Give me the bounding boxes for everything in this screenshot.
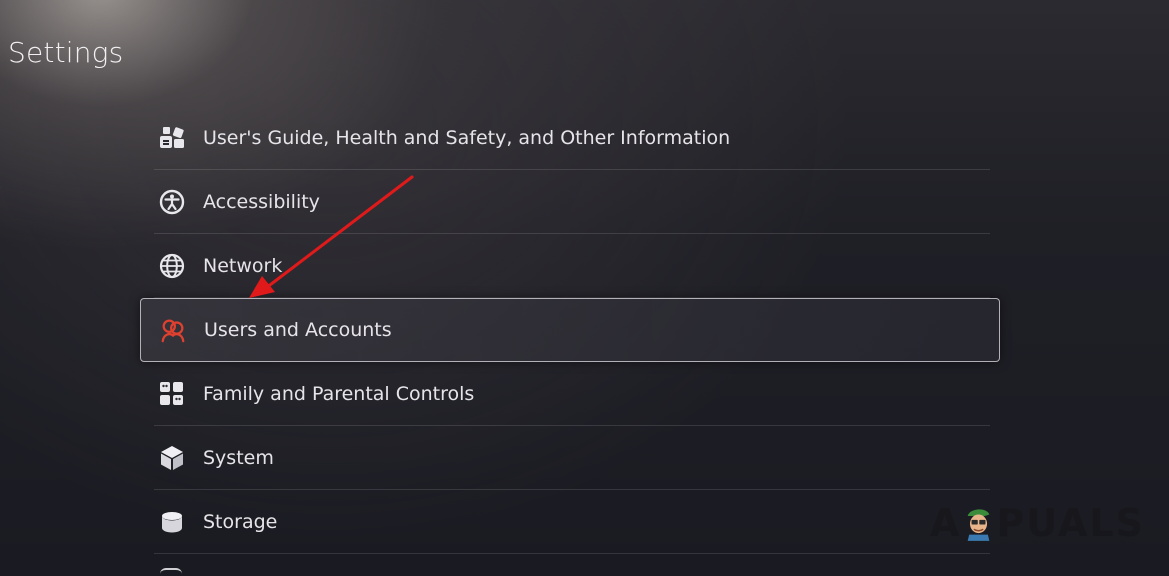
menu-item-label: Network (203, 255, 283, 277)
menu-item-label: Family and Parental Controls (203, 383, 475, 405)
watermark-logo: A PUALS (930, 498, 1145, 548)
menu-item-label: System (203, 447, 274, 469)
settings-menu: User's Guide, Health and Safety, and Oth… (140, 106, 1000, 554)
menu-item-label: Users and Accounts (204, 319, 392, 341)
menu-item-family-parental-controls[interactable]: Family and Parental Controls (140, 362, 1000, 426)
family-controls-icon (158, 380, 186, 408)
watermark-text-left: A (930, 501, 962, 545)
menu-item-label: Storage (203, 511, 278, 533)
cube-icon (158, 444, 186, 472)
menu-item-system[interactable]: System (140, 426, 1000, 490)
watermark-text-right: PUALS (996, 501, 1145, 545)
menu-item-storage[interactable]: Storage (140, 490, 1000, 554)
storage-cylinder-icon (158, 508, 186, 536)
mascot-icon (968, 509, 990, 541)
guide-info-icon (158, 124, 186, 152)
menu-item-label: Accessibility (203, 191, 320, 213)
menu-item-label: User's Guide, Health and Safety, and Oth… (203, 127, 731, 149)
menu-item-accessibility[interactable]: Accessibility (140, 170, 1000, 234)
users-accounts-icon (159, 316, 187, 344)
menu-item-users-and-accounts[interactable]: Users and Accounts (140, 298, 1000, 362)
partial-next-item-icon (160, 568, 182, 576)
page-title: Settings (8, 36, 124, 69)
globe-icon (158, 252, 186, 280)
menu-item-users-guide[interactable]: User's Guide, Health and Safety, and Oth… (140, 106, 1000, 170)
menu-item-network[interactable]: Network (140, 234, 1000, 298)
divider (154, 553, 990, 554)
accessibility-icon (158, 188, 186, 216)
